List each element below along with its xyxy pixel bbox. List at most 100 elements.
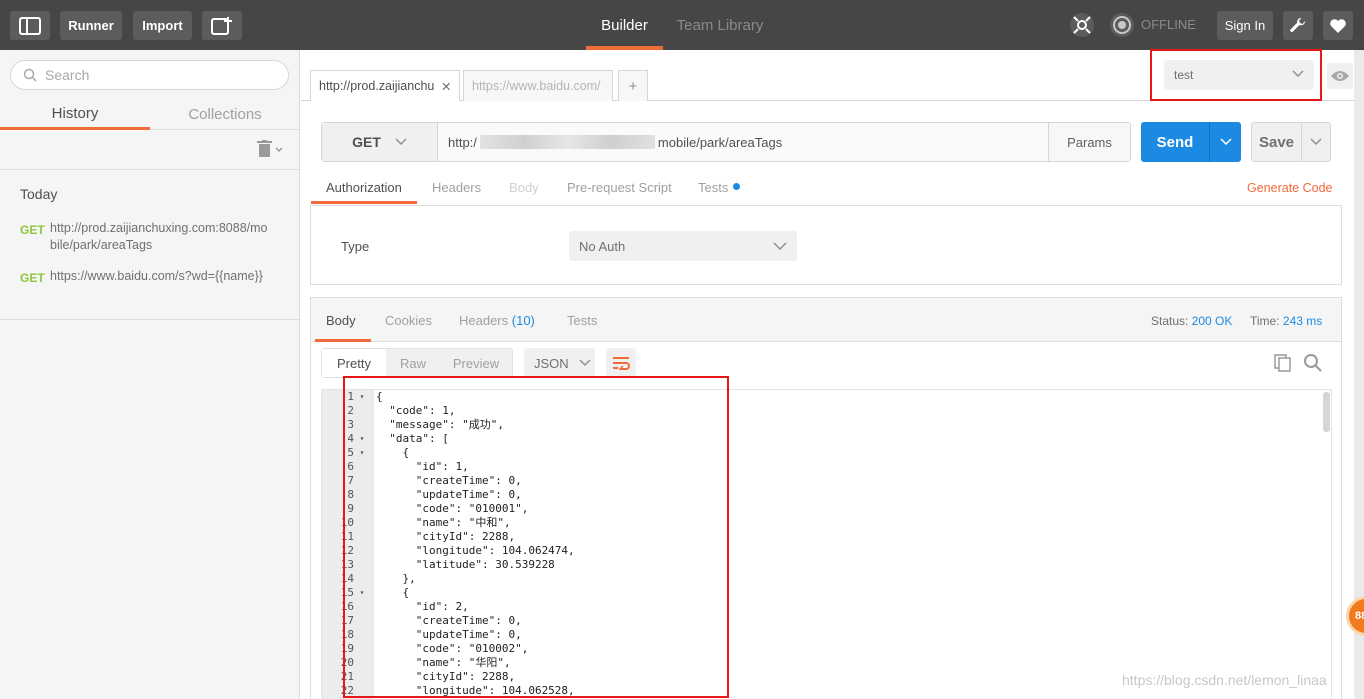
- tab-history[interactable]: History: [0, 100, 150, 130]
- sidebar-toggle-icon: [19, 16, 41, 35]
- sign-in-button[interactable]: Sign In: [1217, 11, 1273, 40]
- active-tab-indicator: [311, 201, 417, 204]
- language-value: JSON: [534, 355, 569, 371]
- search-icon: [1304, 354, 1322, 372]
- settings-button[interactable]: [1283, 11, 1313, 40]
- response-tab-headers-label: Headers: [459, 313, 509, 328]
- divider: [0, 319, 299, 320]
- active-tab-indicator: [315, 339, 371, 342]
- copy-response-button[interactable]: [1273, 353, 1293, 376]
- delete-history-button[interactable]: [257, 140, 285, 161]
- history-item[interactable]: GET https://www.baidu.com/s?wd={{name}}: [20, 268, 280, 287]
- response-tab-headers[interactable]: Headers (10): [459, 313, 535, 328]
- history-item[interactable]: GET http://prod.zaijianchuxing.com:8088/…: [20, 220, 280, 254]
- response-status: Status: 200 OK: [1151, 314, 1232, 328]
- sidebar-toggle-button[interactable]: [10, 11, 50, 40]
- new-window-icon: [211, 16, 232, 35]
- tab-collections[interactable]: Collections: [150, 100, 300, 130]
- sidebar: Search History Collections Today GET htt…: [0, 50, 300, 699]
- time-label: Time:: [1250, 314, 1280, 328]
- time-value: 243 ms: [1282, 314, 1323, 328]
- send-button[interactable]: Send: [1141, 122, 1241, 162]
- status-label: Status:: [1151, 314, 1189, 328]
- redacted-url: [479, 135, 655, 149]
- runner-button[interactable]: Runner: [60, 11, 122, 40]
- editor-scrollbar[interactable]: [1323, 392, 1330, 432]
- format-pretty[interactable]: Pretty: [322, 349, 386, 377]
- tab-body[interactable]: Body: [509, 180, 539, 195]
- favorite-button[interactable]: [1323, 11, 1353, 40]
- chevron-down-icon: [1310, 138, 1322, 146]
- method-value: GET: [352, 134, 381, 150]
- headers-count: (10): [511, 313, 535, 328]
- url-input[interactable]: http:/ mobile/park/areaTags: [448, 123, 782, 161]
- response-tab-body[interactable]: Body: [326, 313, 356, 328]
- interceptor-icon[interactable]: [1067, 10, 1097, 40]
- auth-type-label: Type: [341, 239, 370, 254]
- tab-team-library[interactable]: Team Library: [668, 0, 772, 50]
- response-tab-cookies[interactable]: Cookies: [385, 313, 432, 328]
- new-tab-button[interactable]: +: [618, 70, 648, 101]
- response-time: Time: 243 ms: [1250, 314, 1322, 328]
- wrap-lines-button[interactable]: [606, 348, 636, 378]
- history-method: GET: [20, 223, 45, 237]
- top-bar: Runner Import Builder Team Library OFFLI…: [0, 0, 1364, 50]
- url-prefix: http:/: [448, 134, 477, 150]
- search-icon: [23, 68, 37, 82]
- history-url: https://www.baidu.com/s?wd={{name}}: [50, 269, 263, 283]
- search-response-button[interactable]: [1303, 353, 1323, 376]
- response-tab-tests[interactable]: Tests: [567, 313, 597, 328]
- tab-headers[interactable]: Headers: [432, 180, 481, 195]
- save-label: Save: [1258, 133, 1295, 151]
- offline-label: OFFLINE: [1141, 17, 1196, 32]
- heart-icon: [1330, 18, 1346, 33]
- save-dropdown[interactable]: [1301, 123, 1330, 161]
- new-window-button[interactable]: [202, 11, 242, 40]
- chevron-down-icon: [395, 138, 407, 146]
- url-suffix: mobile/park/areaTags: [657, 134, 783, 150]
- send-dropdown[interactable]: [1209, 122, 1241, 162]
- tab-authorization[interactable]: Authorization: [326, 180, 402, 195]
- history-toolbar: [0, 130, 299, 170]
- chevron-down-icon: [773, 242, 787, 250]
- trash-icon: [257, 140, 283, 157]
- auth-type-select[interactable]: No Auth: [569, 231, 797, 261]
- search-input[interactable]: Search: [10, 60, 289, 90]
- request-bar: GET http:/ mobile/park/areaTags Params: [321, 122, 1131, 162]
- auth-type-value: No Auth: [579, 238, 626, 254]
- save-button[interactable]: Save: [1251, 122, 1331, 162]
- request-tab-label: http://prod.zaijianchu: [319, 79, 435, 93]
- search-placeholder: Search: [45, 67, 90, 83]
- send-label: Send: [1156, 133, 1194, 151]
- method-select[interactable]: GET: [322, 123, 438, 161]
- tab-builder[interactable]: Builder: [586, 0, 663, 50]
- highlight-box: [1150, 49, 1322, 101]
- tab-pre-request-script[interactable]: Pre-request Script: [567, 180, 672, 195]
- request-tab-label: https://www.baidu.com/: [472, 79, 601, 93]
- request-tab[interactable]: https://www.baidu.com/: [463, 70, 613, 101]
- format-raw[interactable]: Raw: [386, 356, 440, 371]
- highlight-box: [343, 376, 729, 698]
- generate-code-link[interactable]: Generate Code: [1247, 181, 1332, 195]
- builder-main: http://prod.zaijianchu ✕ https://www.bai…: [301, 49, 1364, 699]
- environment-quick-look-button[interactable]: [1327, 63, 1353, 89]
- tab-tests[interactable]: Tests: [698, 180, 728, 195]
- eye-icon: [1331, 71, 1349, 81]
- request-tab-active[interactable]: http://prod.zaijianchu ✕: [310, 70, 460, 101]
- format-preview[interactable]: Preview: [440, 356, 512, 371]
- params-button[interactable]: Params: [1048, 123, 1130, 161]
- language-select[interactable]: JSON: [524, 348, 595, 378]
- copy-icon: [1274, 354, 1291, 372]
- sync-icon[interactable]: [1107, 10, 1137, 40]
- history-group-today: Today: [20, 186, 58, 202]
- watermark: https://blog.csdn.net/lemon_linaa: [1122, 672, 1327, 688]
- format-buttons: Pretty Raw Preview: [321, 348, 513, 378]
- authorization-panel: Type No Auth: [310, 205, 1342, 285]
- history-url: http://prod.zaijianchuxing.com:8088/mobi…: [50, 221, 268, 252]
- history-method: GET: [20, 271, 45, 285]
- chevron-down-icon: [579, 359, 591, 367]
- close-tab-icon[interactable]: ✕: [441, 79, 451, 94]
- chevron-down-icon: [1219, 138, 1232, 146]
- import-button[interactable]: Import: [133, 11, 192, 40]
- tests-indicator-dot: [733, 183, 740, 190]
